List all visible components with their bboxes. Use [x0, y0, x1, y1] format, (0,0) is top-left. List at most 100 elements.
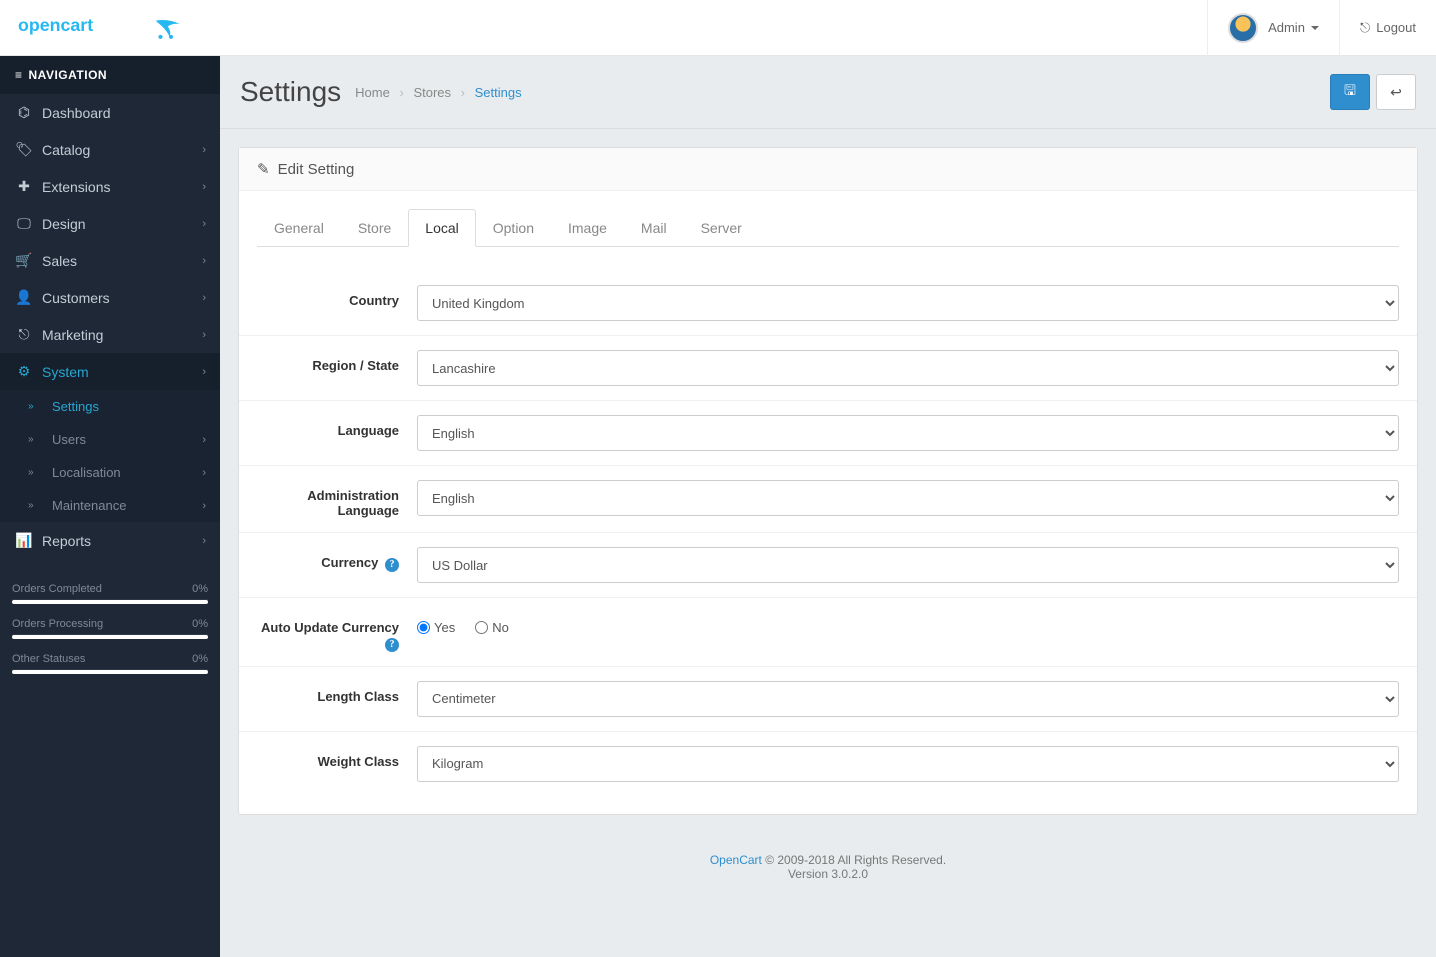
caret-down-icon	[1311, 26, 1319, 30]
sidebar-item-reports[interactable]: 📊 Reports ›	[0, 522, 220, 559]
chart-icon: 📊	[14, 532, 34, 549]
stat-orders-processing: Orders Processing 0%	[12, 612, 208, 635]
tab-option[interactable]: Option	[476, 209, 551, 247]
sidebar-item-system[interactable]: ⚙ System ›	[0, 353, 220, 390]
sidebar-item-marketing[interactable]: ⎋ Marketing ›	[0, 316, 220, 353]
chevron-icon: »	[28, 434, 44, 445]
logo[interactable]: opencart	[0, 0, 220, 55]
help-icon[interactable]: ?	[385, 558, 399, 572]
stat-bar	[12, 635, 208, 639]
logout-label: Logout	[1376, 20, 1416, 35]
label-admin-language: Administration Language	[257, 480, 417, 518]
radio-no-input[interactable]	[475, 621, 488, 634]
footer-version: Version 3.0.2.0	[240, 867, 1416, 881]
header-right: Admin ⎋ Logout	[220, 0, 1436, 55]
tag-icon: 🏷	[14, 141, 34, 158]
chevron-right-icon: ›	[202, 255, 206, 267]
nav-title: ≡ NAVIGATION	[0, 56, 220, 94]
select-language[interactable]: English	[417, 415, 1399, 451]
cart-icon: 🛒	[14, 252, 34, 269]
avatar	[1228, 13, 1258, 43]
chevron-right-icon: ›	[202, 467, 206, 479]
back-icon: ↩	[1390, 84, 1402, 101]
chevron-icon: »	[28, 401, 44, 412]
help-icon[interactable]: ?	[385, 638, 399, 652]
sidebar-sub-settings[interactable]: » Settings	[0, 390, 220, 423]
tab-local[interactable]: Local	[408, 209, 475, 247]
panel-body: General Store Local Option Image Mail Se…	[239, 191, 1417, 814]
sidebar-item-catalog[interactable]: 🏷 Catalog ›	[0, 131, 220, 168]
sidebar-sub-localisation[interactable]: » Localisation ›	[0, 456, 220, 489]
breadcrumb-home[interactable]: Home	[355, 85, 390, 100]
stat-bar	[12, 670, 208, 674]
main: Settings Home › Stores › Settings 🖫 ↩ ✎ …	[220, 0, 1436, 957]
pencil-icon: ✎	[257, 160, 270, 178]
tab-store[interactable]: Store	[341, 209, 408, 247]
row-language: Language English	[239, 401, 1417, 466]
breadcrumb-settings[interactable]: Settings	[475, 85, 522, 100]
dashboard-icon: ⌬	[14, 104, 34, 121]
select-admin-language[interactable]: English	[417, 480, 1399, 516]
gear-icon: ⚙	[14, 363, 34, 380]
logout-button[interactable]: ⎋ Logout	[1339, 0, 1436, 56]
stat-orders-completed: Orders Completed 0%	[12, 577, 208, 600]
label-country: Country	[257, 285, 417, 308]
logout-icon: ⎋	[1360, 20, 1370, 36]
select-country[interactable]: United Kingdom	[417, 285, 1399, 321]
cancel-button[interactable]: ↩	[1376, 74, 1416, 110]
radio-yes[interactable]: Yes	[417, 620, 455, 635]
label-language: Language	[257, 415, 417, 438]
select-region[interactable]: Lancashire	[417, 350, 1399, 386]
bars-icon: ≡	[15, 68, 23, 82]
breadcrumb-stores[interactable]: Stores	[413, 85, 451, 100]
row-admin-language: Administration Language English	[239, 466, 1417, 533]
save-button[interactable]: 🖫	[1330, 74, 1370, 110]
row-weight-class: Weight Class Kilogram	[239, 732, 1417, 796]
sidebar-item-extensions[interactable]: ✚ Extensions ›	[0, 168, 220, 205]
chevron-right-icon: ›	[202, 144, 206, 156]
row-auto-update-currency: Auto Update Currency ? Yes No	[239, 598, 1417, 667]
stat-bar	[12, 600, 208, 604]
footer-link[interactable]: OpenCart	[710, 853, 762, 867]
stat-other-statuses: Other Statuses 0%	[12, 647, 208, 670]
radio-no[interactable]: No	[475, 620, 509, 635]
tab-general[interactable]: General	[257, 209, 341, 247]
panel-heading: ✎ Edit Setting	[239, 148, 1417, 191]
select-currency[interactable]: US Dollar	[417, 547, 1399, 583]
sidebar-sub-maintenance[interactable]: » Maintenance ›	[0, 489, 220, 522]
user-label: Admin	[1268, 20, 1305, 35]
radio-yes-input[interactable]	[417, 621, 430, 634]
row-length-class: Length Class Centimeter	[239, 667, 1417, 732]
label-weight-class: Weight Class	[257, 746, 417, 769]
tab-image[interactable]: Image	[551, 209, 624, 247]
label-region: Region / State	[257, 350, 417, 373]
sidebar-item-customers[interactable]: 👤 Customers ›	[0, 279, 220, 316]
chevron-right-icon: ›	[202, 292, 206, 304]
tab-server[interactable]: Server	[684, 209, 759, 247]
footer: OpenCart © 2009-2018 All Rights Reserved…	[220, 833, 1436, 901]
chevron-right-icon: ›	[202, 535, 206, 547]
panel-edit-setting: ✎ Edit Setting General Store Local Optio…	[238, 147, 1418, 815]
save-icon: 🖫	[1344, 80, 1356, 104]
share-icon: ⎋	[14, 326, 34, 343]
svg-text:opencart: opencart	[18, 15, 93, 35]
label-auto-update-currency: Auto Update Currency ?	[257, 612, 417, 652]
sidebar-item-design[interactable]: 🖵 Design ›	[0, 205, 220, 242]
select-length-class[interactable]: Centimeter	[417, 681, 1399, 717]
chevron-icon: »	[28, 500, 44, 511]
user-icon: 👤	[14, 289, 34, 306]
user-menu[interactable]: Admin	[1207, 0, 1339, 56]
sidebar-sub-users[interactable]: » Users ›	[0, 423, 220, 456]
chevron-right-icon: ›	[202, 218, 206, 230]
sidebar-item-dashboard[interactable]: ⌬ Dashboard	[0, 94, 220, 131]
label-currency: Currency ?	[257, 547, 417, 572]
tabs: General Store Local Option Image Mail Se…	[257, 209, 1399, 247]
select-weight-class[interactable]: Kilogram	[417, 746, 1399, 782]
tab-mail[interactable]: Mail	[624, 209, 684, 247]
row-region: Region / State Lancashire	[239, 336, 1417, 401]
row-currency: Currency ? US Dollar	[239, 533, 1417, 598]
puzzle-icon: ✚	[14, 178, 34, 195]
radio-group-auto-update: Yes No	[417, 612, 1399, 635]
sidebar-item-sales[interactable]: 🛒 Sales ›	[0, 242, 220, 279]
header: opencart Admin ⎋ Logout	[0, 0, 1436, 56]
